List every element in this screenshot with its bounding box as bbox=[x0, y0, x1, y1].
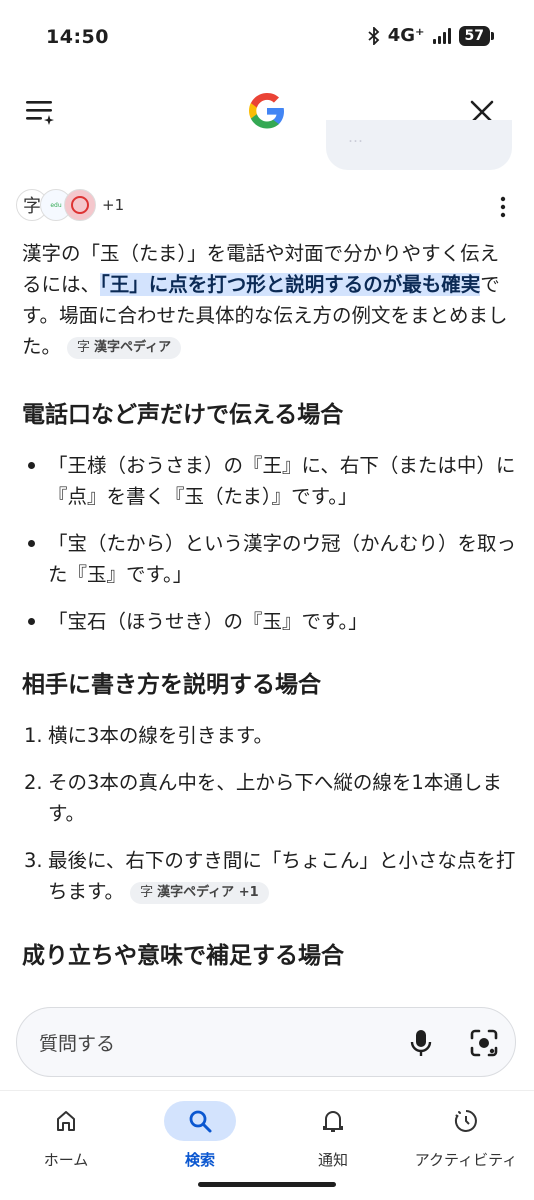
battery-icon: 57 bbox=[458, 25, 495, 46]
citation-label: 漢字ペディア +1 bbox=[157, 884, 259, 900]
list-item: 2. その3本の真ん中を、上から下へ縦の線を1本通します。 bbox=[22, 767, 516, 829]
step-text: その3本の真ん中を、上から下へ縦の線を1本通します。 bbox=[48, 771, 502, 825]
source-avatars[interactable]: 字 edu +1 bbox=[16, 188, 124, 222]
seal-source-icon bbox=[64, 189, 96, 221]
answer-intro: 漢字の「玉（たま）」を電話や対面で分かりやすく伝えるには、「王」に点を打つ形と説… bbox=[22, 238, 516, 362]
section-heading-voice: 電話口など声だけで伝える場合 bbox=[22, 402, 344, 428]
history-menu-icon[interactable] bbox=[24, 98, 56, 126]
kanjipedia-icon: 字 bbox=[77, 339, 91, 355]
bluetooth-icon bbox=[368, 26, 380, 45]
citation-chip[interactable]: 字漢字ペディア bbox=[67, 336, 182, 359]
home-indicator[interactable] bbox=[198, 1182, 336, 1187]
ask-input[interactable] bbox=[37, 1026, 371, 1062]
status-bar: 14:50 4G⁺ 57 bbox=[0, 0, 534, 74]
home-icon bbox=[57, 1111, 75, 1131]
step-number: 1. bbox=[24, 724, 43, 747]
nav-activity[interactable]: アクティビティ bbox=[406, 1101, 526, 1171]
step-number: 2. bbox=[24, 771, 43, 794]
google-logo bbox=[249, 93, 284, 129]
citation-label: 漢字ペディア bbox=[94, 339, 172, 355]
citation-chip[interactable]: 字漢字ペディア +1 bbox=[130, 881, 269, 904]
nav-activity-label: アクティビティ bbox=[414, 1151, 518, 1169]
signal-icon bbox=[432, 27, 451, 44]
voice-list: 「王様（おうさま）の『王』に、右下（または中）に『点』を書く『玉（たま）』です。… bbox=[22, 450, 516, 653]
kanjipedia-icon: 字 bbox=[140, 884, 154, 900]
list-item: 「宝石（ほうせき）の『玉』です。」 bbox=[22, 606, 516, 637]
more-sources-count: +1 bbox=[102, 196, 125, 214]
nav-home-label: ホーム bbox=[43, 1151, 89, 1169]
section-heading-origin: 成り立ちや意味で補足する場合 bbox=[22, 943, 344, 969]
more-options-icon[interactable] bbox=[500, 196, 506, 218]
writing-steps-list: 1. 横に3本の線を引きます。 2. その3本の真ん中を、上から下へ縦の線を1本通し… bbox=[22, 720, 516, 923]
search-icon bbox=[189, 1110, 212, 1133]
list-item: 1. 横に3本の線を引きます。 bbox=[22, 720, 516, 751]
ask-bar bbox=[16, 1007, 516, 1077]
lens-icon[interactable] bbox=[469, 1028, 499, 1058]
step-text: 横に3本の線を引きます。 bbox=[48, 724, 273, 747]
activity-icon bbox=[454, 1110, 477, 1132]
nav-notifications-label: 通知 bbox=[317, 1151, 348, 1169]
nav-home[interactable]: ホーム bbox=[6, 1101, 126, 1171]
list-item: 3. 最後に、右下のすき間に「ちょこん」と小さな点を打ちます。字漢字ペディア +1 bbox=[22, 845, 516, 907]
nav-search[interactable]: 検索 bbox=[140, 1101, 260, 1171]
list-item: 「宝（たから）という漢字のウ冠（かんむり）を取った『玉』です。」 bbox=[22, 528, 516, 590]
previous-query-bubble[interactable]: … bbox=[326, 120, 512, 170]
intro-paragraph: 漢字の「玉（たま）」を電話や対面で分かりやすく伝えるには、「王」に点を打つ形と説… bbox=[22, 238, 516, 362]
previous-query-text: … bbox=[348, 128, 363, 146]
step-text: 最後に、右下のすき間に「ちょこん」と小さな点を打ちます。 bbox=[48, 849, 516, 903]
section-heading-writing: 相手に書き方を説明する場合 bbox=[22, 672, 321, 698]
nav-notifications[interactable]: 通知 bbox=[273, 1101, 393, 1171]
status-time: 14:50 bbox=[46, 26, 109, 48]
nav-search-label: 検索 bbox=[184, 1151, 215, 1169]
network-type: 4G⁺ bbox=[387, 25, 425, 46]
intro-highlight: 「王」に点を打つ形と説明するのが最も確実 bbox=[100, 273, 481, 296]
bell-icon bbox=[323, 1111, 343, 1132]
list-item: 「王様（おうさま）の『王』に、右下（または中）に『点』を書く『玉（たま）』です。… bbox=[22, 450, 516, 512]
step-number: 3. bbox=[24, 849, 43, 872]
mic-icon[interactable] bbox=[409, 1028, 433, 1058]
